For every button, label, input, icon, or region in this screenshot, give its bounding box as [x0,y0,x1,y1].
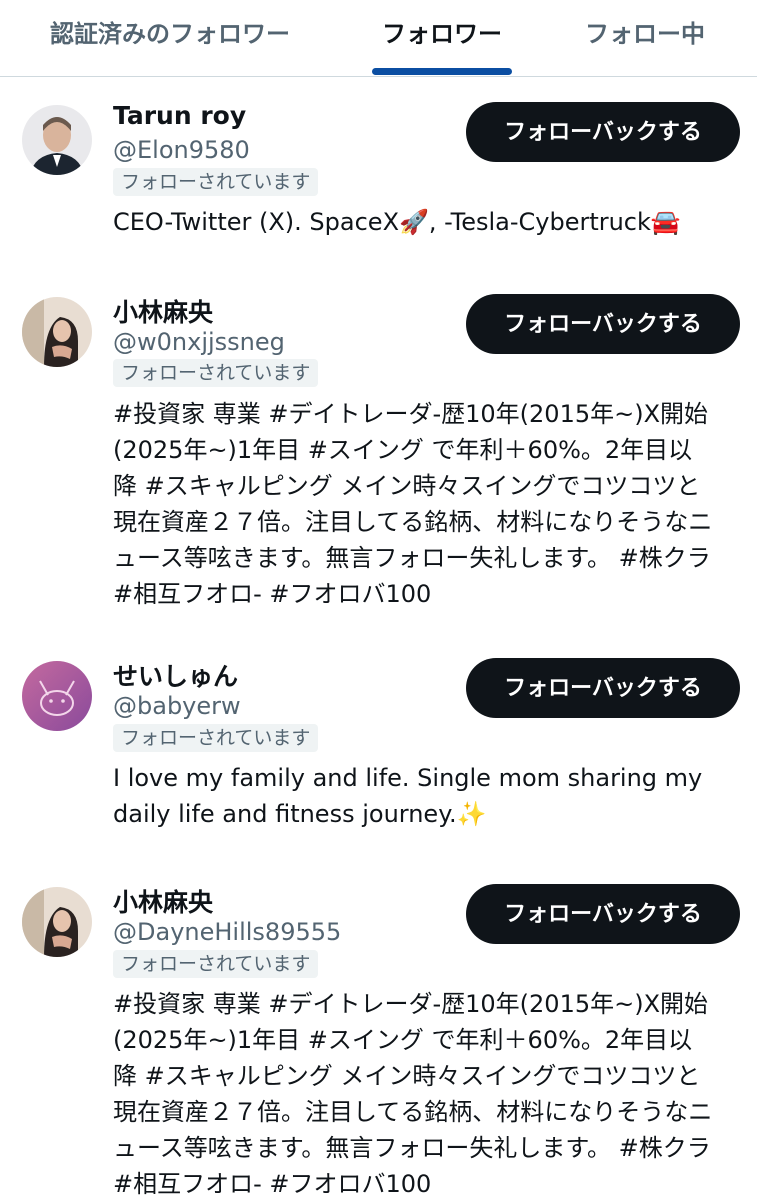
follows-you-badge: フォローされています [113,168,319,196]
avatar[interactable] [22,661,92,731]
bio-line: #相互フオロ- #フオロバ100 [113,1170,432,1198]
avatar-photo-icon [22,105,92,175]
follow-back-button[interactable]: フォローバックする [466,294,740,354]
display-name[interactable]: せいしゅん [113,657,238,693]
follows-you-badge: フォローされています [113,359,319,387]
bio-line: ュース等呟きます。無言フォロー失礼します。 #株クラ [113,544,711,572]
follow-back-button[interactable]: フォローバックする [466,102,740,162]
user-bio: CEO-Twitter (X). SpaceX🚀, -Tesla-Cybertr… [113,204,743,240]
follows-you-badge: フォローされています [113,724,319,752]
avatar-illustration-icon [22,661,92,731]
user-handle[interactable]: @Elon9580 [113,136,250,164]
follow-back-button[interactable]: フォローバックする [466,884,740,944]
user-handle[interactable]: @babyerw [113,692,241,720]
bio-line: 降 #スキャルピング メイン時々スイングでコツコツと [113,1062,701,1090]
user-handle[interactable]: @w0nxjjssneg [113,328,285,356]
tab-following[interactable]: フォロー中 [560,0,730,76]
tab-followers[interactable]: フォロワー [352,0,532,76]
avatar[interactable] [22,105,92,175]
display-name[interactable]: 小林麻央 [113,883,213,919]
bio-line: #投資家 専業 #デイトレーダ-歴10年(2015年~)X開始 [113,400,709,428]
user-bio: I love my family and life. Single mom sh… [113,760,743,832]
bio-line: I love my family and life. Single mom sh… [113,764,703,792]
bio-line: ュース等呟きます。無言フォロー失礼します。 #株クラ [113,1134,711,1162]
user-handle[interactable]: @DayneHills89555 [113,918,341,946]
bio-line: 現在資産２７倍。注目してる銘柄、材料になりそうなニ [113,1098,713,1126]
display-name[interactable]: Tarun roy [113,101,246,130]
bio-line: #相互フオロ- #フオロバ100 [113,580,432,608]
bio-line: 現在資産２７倍。注目してる銘柄、材料になりそうなニ [113,508,713,536]
bio-line: #投資家 専業 #デイトレーダ-歴10年(2015年~)X開始 [113,990,709,1018]
follower-tabs: 認証済みのフォロワー フォロワー フォロー中 [0,0,757,77]
display-name[interactable]: 小林麻央 [113,293,213,329]
bio-line: 降 #スキャルピング メイン時々スイングでコツコツと [113,472,701,500]
active-tab-indicator [372,68,512,75]
avatar-photo-icon [22,887,92,957]
bio-line: CEO-Twitter (X). SpaceX🚀, -Tesla-Cybertr… [113,208,681,236]
avatar[interactable] [22,887,92,957]
user-bio: #投資家 専業 #デイトレーダ-歴10年(2015年~)X開始 (2025年~)… [113,396,743,612]
avatar[interactable] [22,297,92,367]
user-bio: #投資家 専業 #デイトレーダ-歴10年(2015年~)X開始 (2025年~)… [113,986,743,1202]
bio-line: (2025年~)1年目 #スイング で年利＋60%。2年目以 [113,1026,693,1054]
tab-verified-followers[interactable]: 認証済みのフォロワー [20,0,320,76]
follow-back-button[interactable]: フォローバックする [466,658,740,718]
bio-line: (2025年~)1年目 #スイング で年利＋60%。2年目以 [113,436,693,464]
follows-you-badge: フォローされています [113,950,319,978]
bio-line: daily life and fitness journey.✨ [113,800,487,828]
avatar-photo-icon [22,297,92,367]
